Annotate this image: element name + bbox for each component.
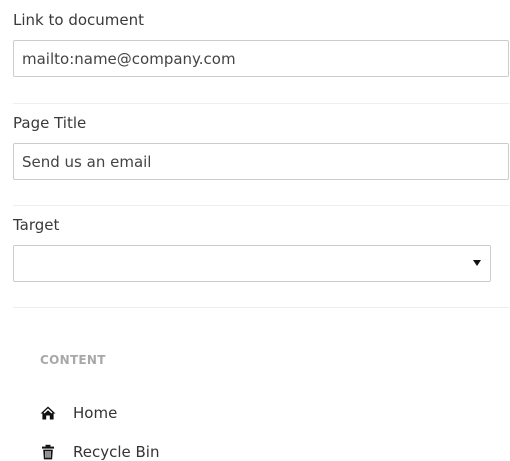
tree-item-label: Home (73, 404, 118, 422)
link-field-group: Link to document (13, 10, 509, 77)
page-title-input[interactable] (13, 143, 509, 180)
trash-icon (40, 444, 56, 460)
home-icon (40, 405, 56, 421)
link-picker-panel: Link to document Page Title Target CONTE… (0, 0, 510, 461)
divider (13, 307, 509, 308)
content-section-header: CONTENT (40, 353, 106, 367)
divider (13, 103, 509, 104)
target-select[interactable] (13, 245, 491, 282)
link-label: Link to document (13, 11, 144, 29)
tree-item-recycle-bin[interactable]: Recycle Bin (40, 440, 159, 461)
target-label: Target (13, 216, 60, 234)
dropdown-arrow-icon (473, 260, 481, 266)
divider (13, 205, 509, 206)
link-input[interactable] (13, 40, 509, 77)
page-title-label: Page Title (13, 114, 87, 132)
tree-item-home[interactable]: Home (40, 401, 117, 425)
target-field-group: Target (13, 215, 509, 282)
page-title-field-group: Page Title (13, 113, 509, 180)
tree-item-label: Recycle Bin (73, 443, 160, 461)
